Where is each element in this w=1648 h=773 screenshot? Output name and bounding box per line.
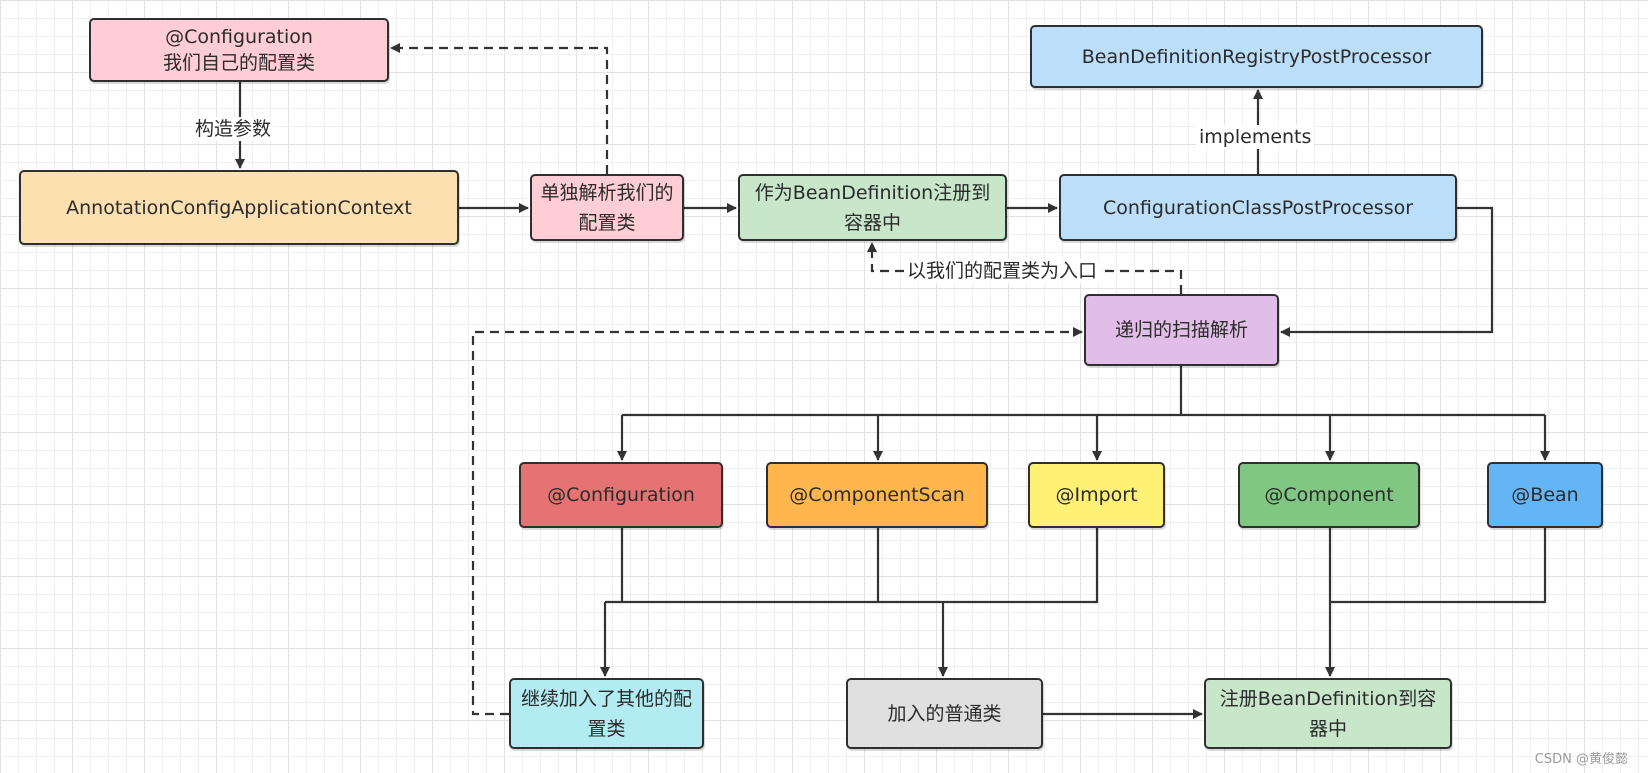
node-register-bd-final[interactable]: 注册BeanDefinition到容器中	[1204, 678, 1452, 749]
node-context[interactable]: AnnotationConfigApplicationContext	[19, 170, 459, 245]
node-annotation-componentscan[interactable]: @ComponentScan	[766, 462, 988, 528]
connectors	[235, 43, 1550, 719]
edge-label-entry: 以我们的配置类为入口	[904, 259, 1101, 283]
edge-label-implements: implements	[1196, 125, 1315, 149]
edge-scan-bus	[622, 366, 1545, 417]
edge-bean-merge	[1330, 528, 1547, 604]
node-register-bd[interactable]: 作为BeanDefinition注册到容器中	[738, 174, 1007, 241]
node-bdrpp[interactable]: BeanDefinitionRegistryPostProcessor	[1030, 25, 1483, 88]
node-annotation-bean[interactable]: @Bean	[1487, 462, 1603, 528]
node-annotation-configuration[interactable]: @Configuration	[519, 462, 723, 528]
node-config-class-title: @Configuration	[165, 26, 313, 48]
node-normal-classes[interactable]: 加入的普通类	[846, 678, 1043, 749]
node-config-class[interactable]: @Configuration 我们自己的配置类	[89, 18, 389, 82]
edge-label-ctor-arg: 构造参数	[192, 117, 275, 141]
node-ccpp[interactable]: ConfigurationClassPostProcessor	[1059, 174, 1457, 241]
node-recursive-scan[interactable]: 递归的扫描解析	[1084, 294, 1279, 366]
edge-annotations-merge	[605, 528, 1099, 604]
node-annotation-component[interactable]: @Component	[1238, 462, 1420, 528]
node-more-configs[interactable]: 继续加入了其他的配置类	[509, 678, 704, 749]
watermark: CSDN @黄俊懿	[1534, 752, 1628, 767]
node-annotation-import[interactable]: @Import	[1028, 462, 1165, 528]
edge-parse-to-config-dashed	[390, 43, 609, 174]
node-parse-config[interactable]: 单独解析我们的配置类	[530, 174, 684, 241]
node-config-class-subtitle: 我们自己的配置类	[162, 52, 315, 74]
